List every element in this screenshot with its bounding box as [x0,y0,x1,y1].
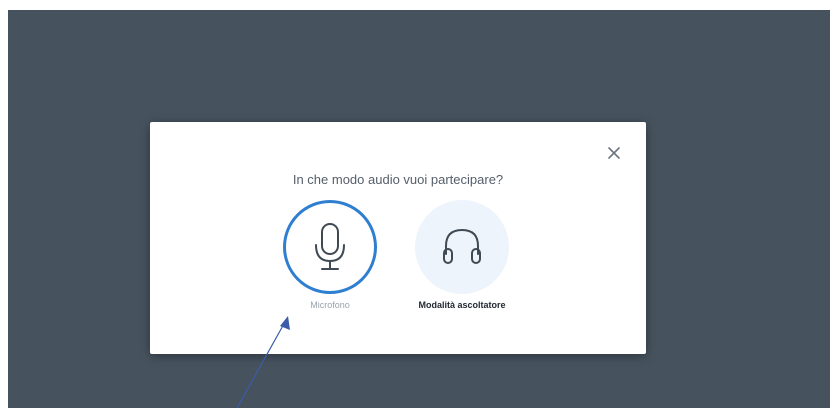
microphone-option-circle[interactable] [283,200,377,294]
audio-join-modal: In che modo audio vuoi partecipare? Micr… [150,122,646,354]
microphone-option-label: Microfono [310,300,350,310]
headphones-icon [443,228,481,264]
microphone-option[interactable]: Microfono [265,200,395,312]
listen-only-option-label: Modalità ascoltatore [418,300,506,310]
listen-only-option-circle[interactable] [415,200,509,294]
modal-title: In che modo audio vuoi partecipare? [292,172,504,187]
listen-only-option[interactable]: Modalità ascoltatore [397,200,527,312]
microphone-icon [315,223,345,270]
close-button[interactable] [605,144,623,162]
close-icon [608,147,620,159]
